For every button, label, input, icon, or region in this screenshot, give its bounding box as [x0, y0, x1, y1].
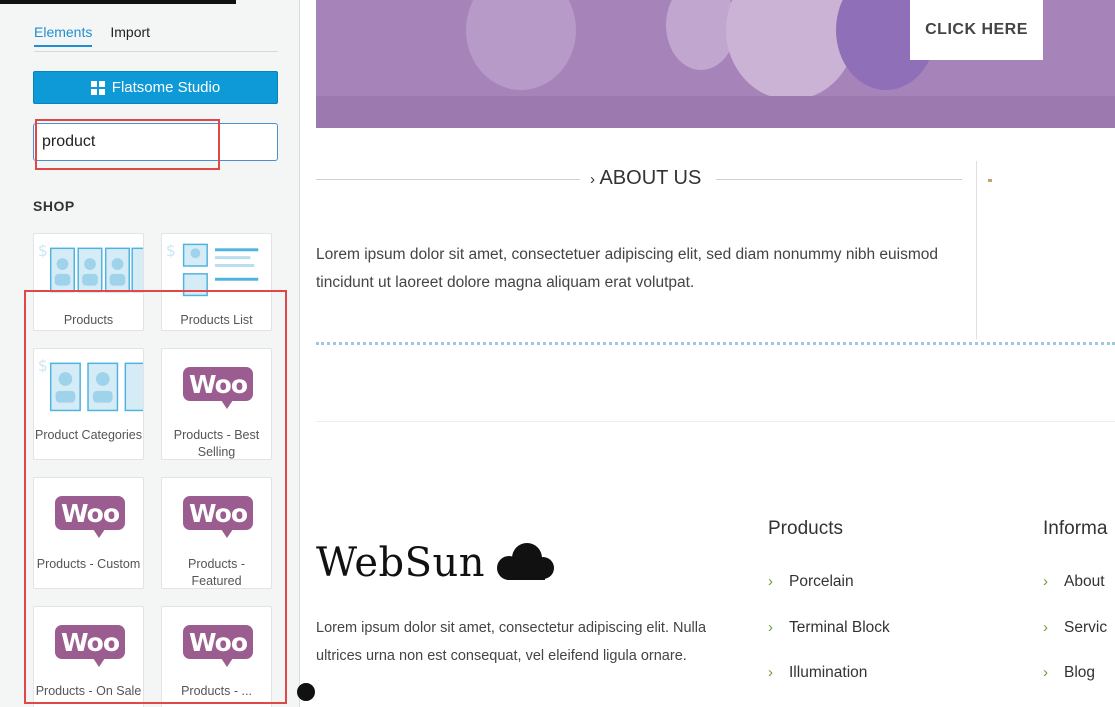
about-paragraph: Lorem ipsum dolor sit amet, consectetuer… — [316, 246, 939, 291]
footer-link-about[interactable]: › About — [1043, 573, 1105, 591]
footer-products-title: Products — [768, 518, 843, 539]
drag-handle[interactable] — [297, 683, 315, 701]
about-us-heading: › ABOUT US — [590, 167, 702, 189]
builder-sidebar: Elements Import Flatsome Studio SHOP $ P… — [0, 0, 300, 707]
about-divider-left — [316, 179, 580, 180]
footer-link-porcelain[interactable]: › Porcelain — [768, 573, 854, 591]
websun-logo[interactable]: WebSun — [316, 540, 559, 586]
svg-text:$: $ — [166, 241, 176, 260]
svg-text:$: $ — [38, 241, 48, 260]
chevron-right-icon: › — [768, 619, 773, 636]
section-heading-shop: SHOP — [33, 198, 75, 214]
footer-link-blog[interactable]: › Blog — [1043, 664, 1095, 682]
tab-elements[interactable]: Elements — [34, 24, 93, 47]
sidebar-top-bar — [0, 0, 236, 4]
chevron-right-icon: › — [1043, 573, 1048, 590]
grid-icon — [90, 80, 105, 95]
results-highlight-box — [24, 290, 287, 704]
dotted-divider — [316, 342, 1115, 345]
footer-link-terminal-block[interactable]: › Terminal Block — [768, 619, 890, 637]
search-highlight-box — [35, 119, 220, 170]
chevron-right-icon: › — [590, 171, 595, 188]
image-placeholder — [988, 179, 992, 182]
tab-import[interactable]: Import — [110, 24, 150, 47]
footer-information-title: Informa — [1043, 518, 1108, 539]
chevron-right-icon: › — [768, 573, 773, 590]
section-divider — [316, 421, 1115, 422]
footer-description: Lorem ipsum dolor sit amet, consectetur … — [316, 620, 707, 664]
products-list-icon: $ — [166, 241, 259, 297]
about-divider-right — [716, 179, 962, 180]
footer-link-illumination[interactable]: › Illumination — [768, 664, 867, 682]
flatsome-studio-label: Flatsome Studio — [111, 79, 221, 96]
footer-link-services[interactable]: › Servic — [1043, 619, 1107, 637]
column-divider — [976, 161, 977, 339]
flatsome-studio-button[interactable]: Flatsome Studio — [33, 71, 278, 104]
cloud-icon — [497, 543, 555, 580]
chevron-right-icon: › — [1043, 664, 1048, 681]
chevron-right-icon: › — [768, 664, 773, 681]
chevron-right-icon: › — [1043, 619, 1048, 636]
click-here-button[interactable]: CLICK HERE — [910, 0, 1043, 60]
tabs-divider — [34, 51, 278, 52]
sidebar-tabs: Elements Import — [34, 24, 150, 47]
products-grid-icon: $ — [38, 241, 143, 293]
